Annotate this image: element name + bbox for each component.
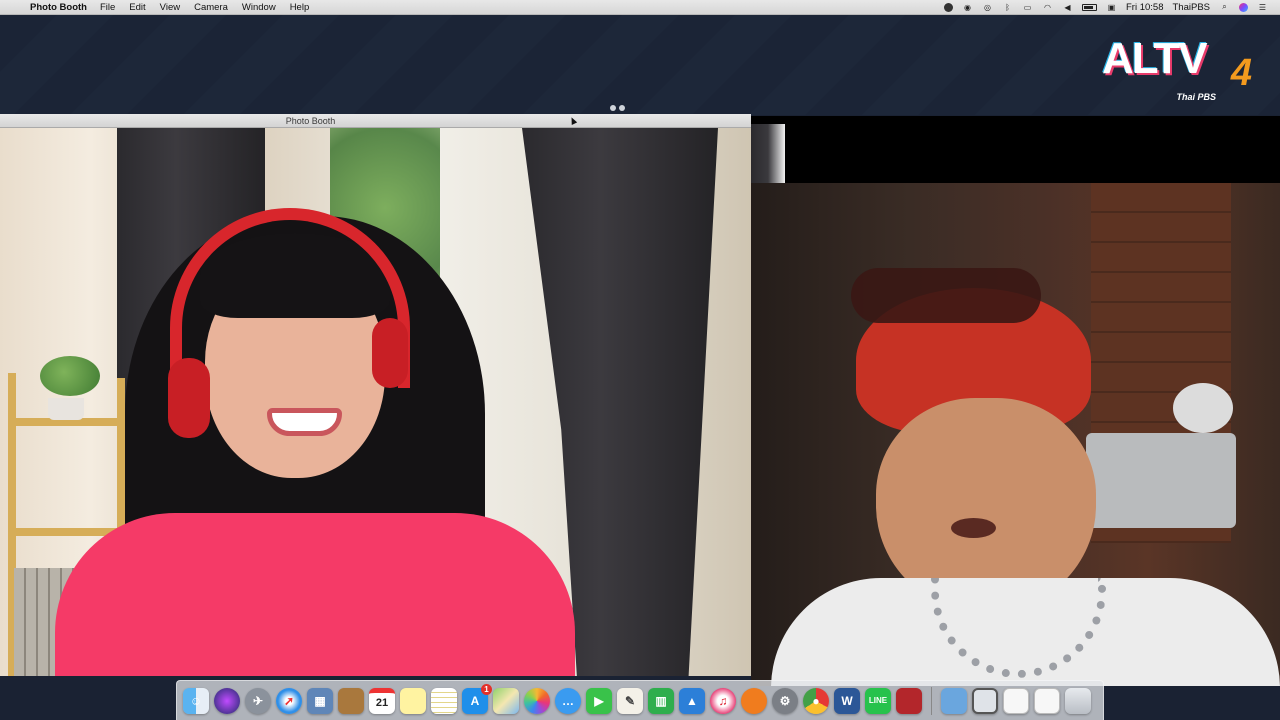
screen-icon[interactable] [972, 687, 998, 714]
menu-help[interactable]: Help [290, 2, 310, 13]
dock-separator [931, 686, 932, 715]
notes-icon[interactable] [431, 687, 457, 714]
app-menu[interactable]: Photo Booth [30, 2, 87, 13]
app-store-badge: 1 [481, 683, 492, 695]
notification-center-icon[interactable]: ☰ [1257, 3, 1268, 12]
screen-record-icon[interactable]: ◉ [962, 3, 973, 12]
maps-icon[interactable] [493, 687, 519, 714]
line-icon[interactable]: LINE [865, 687, 891, 714]
appliance [1086, 433, 1236, 528]
safari-icon[interactable]: ➚ [276, 687, 302, 714]
spotlight-icon[interactable]: ⌕ [1219, 2, 1230, 12]
plant-leaves [40, 356, 100, 396]
room-background [751, 183, 1280, 686]
photo-booth-icon[interactable] [896, 687, 922, 714]
airplay-icon[interactable]: ▭ [1022, 3, 1033, 12]
camera-preview[interactable] [0, 128, 751, 676]
trash-icon[interactable] [1065, 687, 1091, 714]
person-sweatshirt [55, 513, 575, 676]
stickies-icon[interactable] [400, 687, 426, 714]
wifi-icon[interactable]: ◠ [1042, 3, 1053, 12]
textedit-icon[interactable]: ✎ [617, 687, 643, 714]
person-smile [267, 408, 342, 436]
menu-window[interactable]: Window [242, 2, 276, 13]
logo-main-text: ALTV [1102, 34, 1208, 83]
menu-bar: Photo Booth File Edit View Camera Window… [0, 0, 1280, 15]
bluetooth-icon[interactable]: ᛒ [1002, 3, 1013, 12]
remote-video[interactable] [751, 116, 1280, 686]
preview-icon[interactable]: ▦ [307, 687, 333, 714]
menu-edit[interactable]: Edit [129, 2, 145, 13]
status-area: ◉ ◎ ᛒ ▭ ◠ ◀ ▣ Fri 10:58 ThaiPBS ⌕ ☰ [944, 2, 1280, 13]
menu-view[interactable]: View [160, 2, 180, 13]
window-handle[interactable] [610, 105, 630, 113]
logo-subtext: Thai PBS [1176, 92, 1216, 102]
facetime-icon[interactable]: ▶ [586, 687, 612, 714]
numbers-icon[interactable]: ▥ [648, 687, 674, 714]
line-status-icon[interactable] [944, 2, 953, 12]
word-icon[interactable]: W [834, 687, 860, 714]
plant-pot [48, 398, 84, 420]
menu-clock[interactable]: Fri 10:58 [1126, 2, 1164, 13]
headphone-right [372, 318, 408, 388]
sunglasses [851, 268, 1041, 323]
menu-camera[interactable]: Camera [194, 2, 228, 13]
itunes-icon[interactable]: ♫ [710, 687, 736, 714]
window-titlebar[interactable]: Photo Booth [0, 114, 751, 128]
dock: ☺ ✈ ➚ ▦ 21 A 1 … ▶ ✎ ▥ ▲ ♫ ⚙ ● W LINE [176, 680, 1104, 720]
ibooks-icon[interactable] [741, 687, 767, 714]
lamp [1173, 383, 1233, 433]
document-icon[interactable] [1003, 687, 1029, 714]
chrome-icon[interactable]: ● [803, 687, 829, 714]
siri-icon[interactable] [1239, 2, 1248, 12]
system-preferences-icon[interactable]: ⚙ [772, 687, 798, 714]
menu-file[interactable]: File [100, 2, 115, 13]
photo-booth-window[interactable]: Photo Booth [0, 114, 751, 676]
headphone-left [168, 358, 210, 438]
folder-icon[interactable] [941, 687, 967, 714]
creative-cloud-icon[interactable]: ◎ [982, 3, 993, 12]
input-source-icon[interactable]: ▣ [1106, 3, 1117, 12]
word-letter: W [841, 693, 853, 708]
photos-icon[interactable] [524, 687, 550, 714]
document-2-icon[interactable] [1034, 687, 1060, 714]
notes-book-icon[interactable] [338, 687, 364, 714]
battery-icon[interactable] [1082, 3, 1097, 11]
messages-icon[interactable]: … [555, 687, 581, 714]
logo-number: 4 [1230, 52, 1252, 94]
calendar-icon[interactable]: 21 [369, 687, 395, 714]
finder-icon[interactable]: ☺ [183, 687, 209, 714]
volume-icon[interactable]: ◀ [1062, 3, 1073, 12]
app-store-icon[interactable]: A 1 [462, 683, 492, 714]
window-title: Photo Booth [285, 115, 336, 126]
siri-icon[interactable] [214, 687, 240, 714]
person-mouth [951, 518, 996, 538]
menu-user[interactable]: ThaiPBS [1173, 2, 1211, 13]
keynote-icon[interactable]: ▲ [679, 687, 705, 714]
launchpad-icon[interactable]: ✈ [245, 687, 271, 714]
calendar-day: 21 [375, 697, 389, 709]
channel-logo: ALTV 4 Thai PBS [1102, 34, 1252, 104]
desktop-background [0, 15, 1280, 115]
